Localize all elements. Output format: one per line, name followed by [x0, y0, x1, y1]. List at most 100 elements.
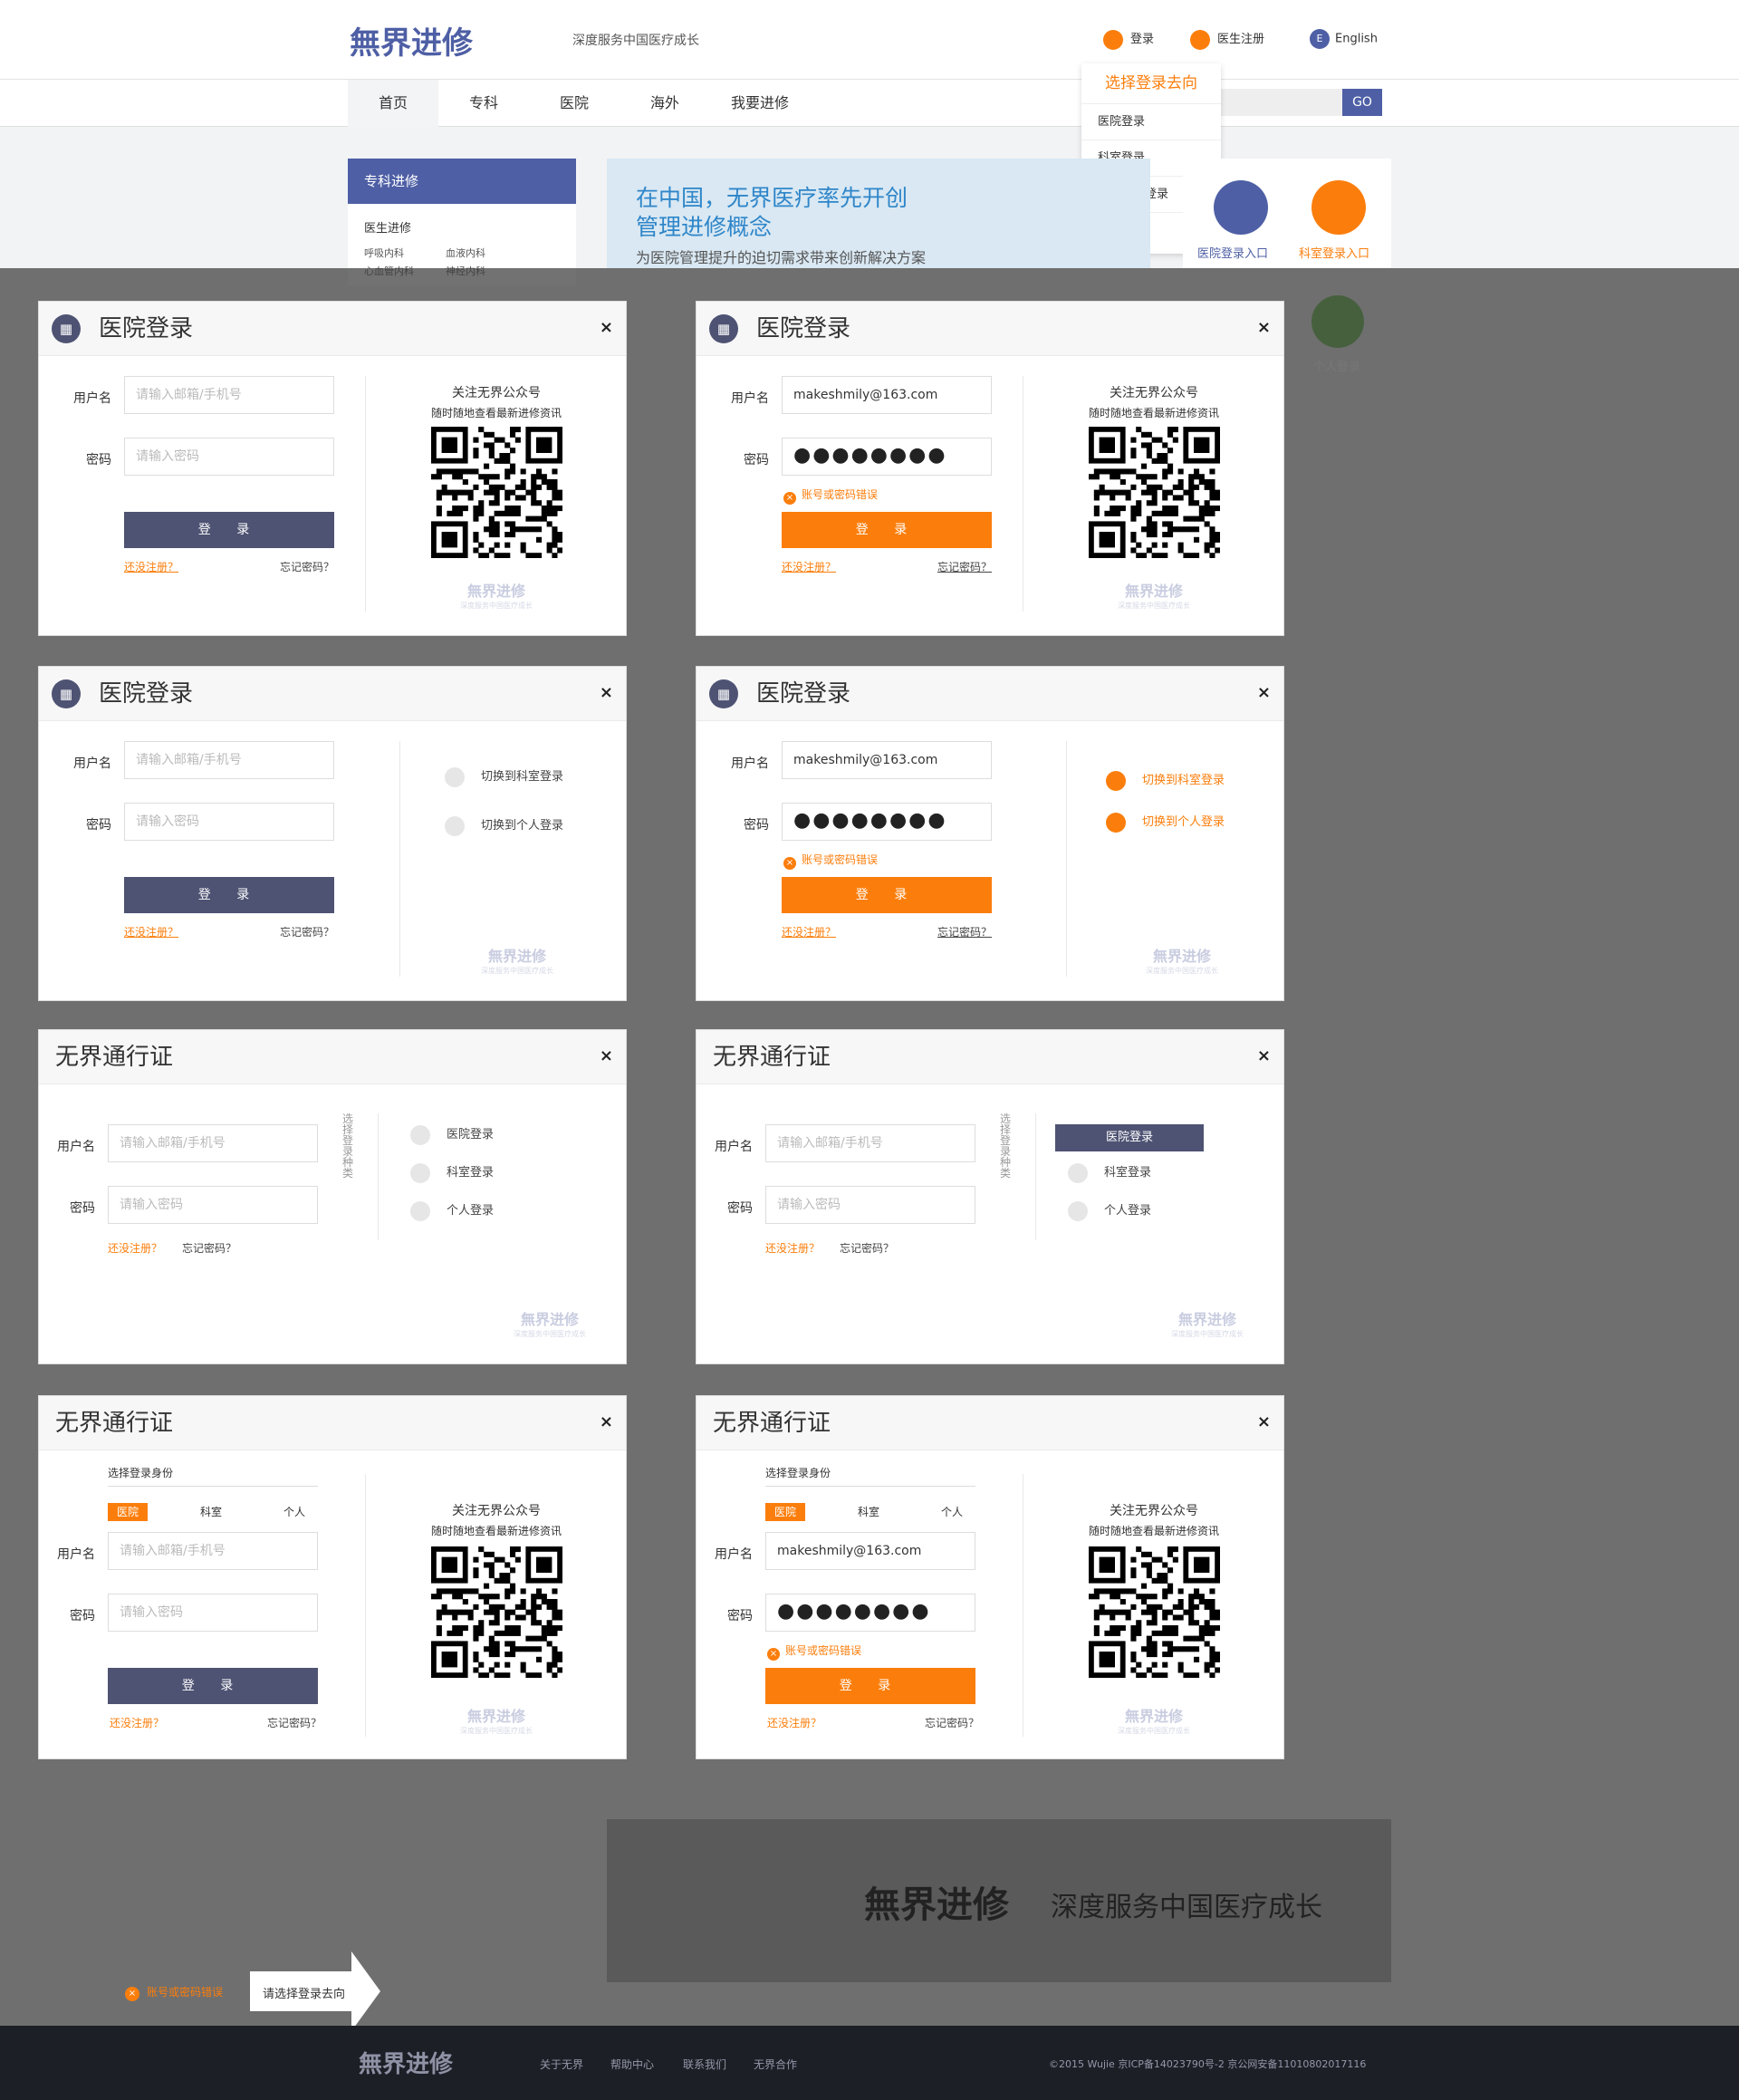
footer-link[interactable]: 关于无界: [540, 2057, 583, 2072]
tab-personal[interactable]: 个人: [932, 1503, 972, 1521]
option-personal-login[interactable]: 个人登录: [410, 1200, 494, 1221]
hospital-login-modal: ▦ 医院登录 × 用户名 请输入邮箱/手机号 密码 请输入密码 登 录 还没注册…: [38, 301, 627, 636]
english-link[interactable]: E English: [1310, 29, 1378, 49]
username-input[interactable]: 请输入邮箱/手机号: [108, 1532, 318, 1570]
password-input[interactable]: ●●●●●●●●: [765, 1594, 975, 1632]
footer-link[interactable]: 帮助中心: [610, 2057, 654, 2072]
login-button[interactable]: 登 录: [782, 877, 992, 913]
forgot-password-link[interactable]: 忘记密码？: [280, 924, 334, 939]
login-link[interactable]: 登录: [1103, 29, 1154, 50]
username-input[interactable]: 请输入邮箱/手机号: [765, 1124, 975, 1162]
close-icon[interactable]: ×: [600, 1046, 613, 1065]
forgot-password-link[interactable]: 忘记密码？: [267, 1715, 322, 1730]
close-icon[interactable]: ×: [1257, 1412, 1271, 1431]
password-input[interactable]: ●●●●●●●●: [782, 803, 992, 841]
option-hospital-login[interactable]: 医院登录: [410, 1124, 494, 1145]
username-input[interactable]: 请输入邮箱/手机号: [124, 741, 334, 779]
close-icon[interactable]: ×: [600, 683, 613, 702]
search-go-button[interactable]: GO: [1342, 89, 1382, 116]
password-input[interactable]: 请输入密码: [108, 1594, 318, 1632]
nav-specialty[interactable]: 专科: [438, 80, 529, 127]
tab-hospital[interactable]: 医院: [765, 1503, 805, 1521]
personal-entry-icon[interactable]: [1311, 295, 1364, 348]
option-personal-login[interactable]: 个人登录: [1068, 1200, 1151, 1221]
register-link[interactable]: 医生注册: [1190, 29, 1264, 50]
tab-hospital[interactable]: 医院: [108, 1503, 148, 1521]
tab-dept[interactable]: 科室: [849, 1503, 889, 1521]
forgot-password-link[interactable]: 忘记密码？: [937, 559, 992, 574]
dept-entry-icon[interactable]: [1311, 180, 1366, 235]
close-icon[interactable]: ×: [600, 318, 613, 337]
dropdown-hospital-login[interactable]: 医院登录: [1081, 103, 1221, 140]
personal-entry-label[interactable]: 个人登录: [1313, 357, 1360, 374]
site-logo[interactable]: 無界进修: [350, 18, 473, 63]
login-button[interactable]: 登 录: [124, 877, 334, 913]
close-icon[interactable]: ×: [1257, 683, 1271, 702]
option-label: 医院登录: [447, 1128, 495, 1142]
sidebar-item[interactable]: 血液内科: [446, 246, 485, 260]
footer-link[interactable]: 联系我们: [683, 2057, 726, 2072]
option-dept-login[interactable]: 科室登录: [1068, 1162, 1151, 1183]
search-input[interactable]: [1214, 89, 1342, 116]
forgot-password-link[interactable]: 忘记密码？: [925, 1715, 979, 1730]
switch-dept-option[interactable]: 切换到科室登录: [1106, 770, 1225, 791]
login-button[interactable]: 登 录: [782, 512, 992, 548]
register-link[interactable]: 还没注册？: [782, 559, 836, 574]
password-input[interactable]: 请输入密码: [124, 803, 334, 841]
nav-hospital[interactable]: 医院: [529, 80, 620, 127]
forgot-password-link[interactable]: 忘记密码？: [182, 1240, 236, 1256]
switch-dept-option[interactable]: 切换到科室登录: [445, 766, 563, 787]
nav-home[interactable]: 首页: [348, 80, 438, 127]
register-link[interactable]: 还没注册？: [124, 924, 178, 939]
username-input[interactable]: makeshmily@163.com: [782, 741, 992, 779]
nav-overseas[interactable]: 海外: [620, 80, 710, 127]
option-hospital-login-selected[interactable]: 医院登录: [1055, 1124, 1204, 1151]
register-link[interactable]: 还没注册？: [767, 1715, 821, 1730]
password-input[interactable]: 请输入密码: [765, 1186, 975, 1224]
tab-personal[interactable]: 个人: [274, 1503, 314, 1521]
login-button[interactable]: 登 录: [124, 512, 334, 548]
nav-apply[interactable]: 我要进修: [710, 80, 810, 127]
forgot-password-link[interactable]: 忘记密码？: [280, 559, 334, 574]
option-dept-login[interactable]: 科室登录: [410, 1162, 494, 1183]
password-label: 密码: [744, 818, 769, 833]
qr-code: [431, 427, 563, 559]
legend-error-label: 账号或密码错误: [147, 1986, 224, 1999]
register-link[interactable]: 还没注册？: [124, 559, 178, 574]
register-link[interactable]: 还没注册？: [782, 924, 836, 939]
hospital-entry-icon[interactable]: [1214, 180, 1268, 235]
username-input[interactable]: 请输入邮箱/手机号: [124, 376, 334, 414]
hero-banner[interactable]: 在中国，无界医疗率先开创 管理进修概念 为医院管理提升的迫切需求带来创新解决方案: [607, 159, 1150, 268]
close-icon[interactable]: ×: [600, 1412, 613, 1431]
password-input[interactable]: 请输入密码: [124, 438, 334, 476]
close-icon[interactable]: ×: [1257, 318, 1271, 337]
qr-code: [1089, 427, 1221, 559]
username-label: 用户名: [731, 391, 769, 406]
register-link[interactable]: 还没注册？: [765, 1240, 820, 1256]
login-button[interactable]: 登 录: [765, 1668, 975, 1704]
login-button[interactable]: 登 录: [108, 1668, 318, 1704]
qr-title: 关注无界公众号: [1110, 386, 1198, 400]
register-link[interactable]: 还没注册？: [108, 1240, 162, 1256]
username-label: 用户名: [57, 1547, 95, 1562]
switch-personal-option[interactable]: 切换到个人登录: [1106, 812, 1225, 833]
hospital-entry-label[interactable]: 医院登录入口: [1197, 244, 1268, 261]
forgot-password-link[interactable]: 忘记密码？: [840, 1240, 894, 1256]
username-input[interactable]: makeshmily@163.com: [782, 376, 992, 414]
dept-entry-label[interactable]: 科室登录入口: [1299, 244, 1369, 261]
username-input[interactable]: makeshmily@163.com: [765, 1532, 975, 1570]
tab-dept[interactable]: 科室: [191, 1503, 231, 1521]
password-input[interactable]: ●●●●●●●●: [782, 438, 992, 476]
register-link[interactable]: 还没注册？: [110, 1715, 164, 1730]
switch-personal-option[interactable]: 切换到个人登录: [445, 815, 563, 836]
close-icon[interactable]: ×: [1257, 1046, 1271, 1065]
password-input[interactable]: 请输入密码: [108, 1186, 318, 1224]
footer-link[interactable]: 无界合作: [754, 2057, 797, 2072]
option-label: 科室登录: [447, 1166, 495, 1180]
username-input[interactable]: 请输入邮箱/手机号: [108, 1124, 318, 1162]
forgot-password-link[interactable]: 忘记密码？: [937, 924, 992, 939]
sidebar-item[interactable]: 呼吸内科: [364, 246, 404, 260]
sidebar-title[interactable]: 专科进修: [348, 159, 576, 204]
promo-logo: 無界进修: [864, 1884, 1009, 1926]
dropdown-title: 选择登录去向: [1105, 74, 1197, 92]
